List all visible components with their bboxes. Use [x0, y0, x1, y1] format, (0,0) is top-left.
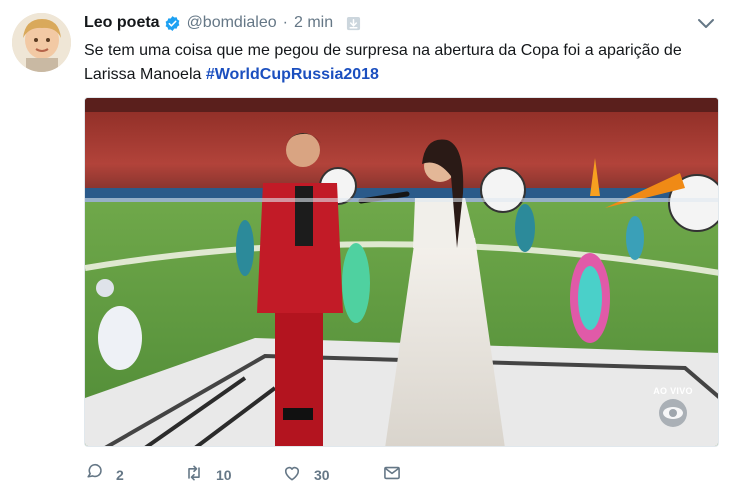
tweet-header: Leo poeta @bomdialeo · 2 min — [84, 12, 361, 34]
tweet-media-image[interactable] — [84, 97, 719, 447]
hashtag-link[interactable]: #WorldCupRussia2018 — [206, 66, 379, 83]
reply-count: 2 — [116, 467, 124, 483]
avatar[interactable] — [12, 13, 71, 72]
retweet-count: 10 — [216, 467, 232, 483]
chevron-down-icon[interactable] — [696, 15, 716, 33]
retweet-icon — [184, 463, 204, 488]
like-count: 30 — [314, 467, 330, 483]
download-icon[interactable] — [346, 16, 361, 31]
author-handle[interactable]: @bomdialeo — [187, 14, 277, 32]
direct-message-button[interactable] — [382, 463, 422, 488]
reply-icon — [84, 463, 104, 488]
tweet-text: Se tem uma coisa que me pegou de surpres… — [84, 39, 704, 87]
separator-dot: · — [282, 14, 288, 31]
tweet-card: Leo poeta @bomdialeo · 2 min Se tem uma … — [0, 0, 734, 501]
tweet-body: Se tem uma coisa que me pegou de surpres… — [84, 42, 682, 83]
tweet-actions: 2 10 30 — [84, 462, 422, 488]
like-button[interactable]: 30 — [282, 463, 382, 488]
heart-icon — [282, 463, 302, 488]
verified-badge-icon — [164, 15, 181, 32]
author-display-name[interactable]: Leo poeta — [84, 14, 160, 32]
timestamp[interactable]: 2 min — [294, 14, 333, 32]
reply-button[interactable]: 2 — [84, 463, 184, 488]
retweet-button[interactable]: 10 — [184, 463, 282, 488]
envelope-icon — [382, 463, 402, 488]
